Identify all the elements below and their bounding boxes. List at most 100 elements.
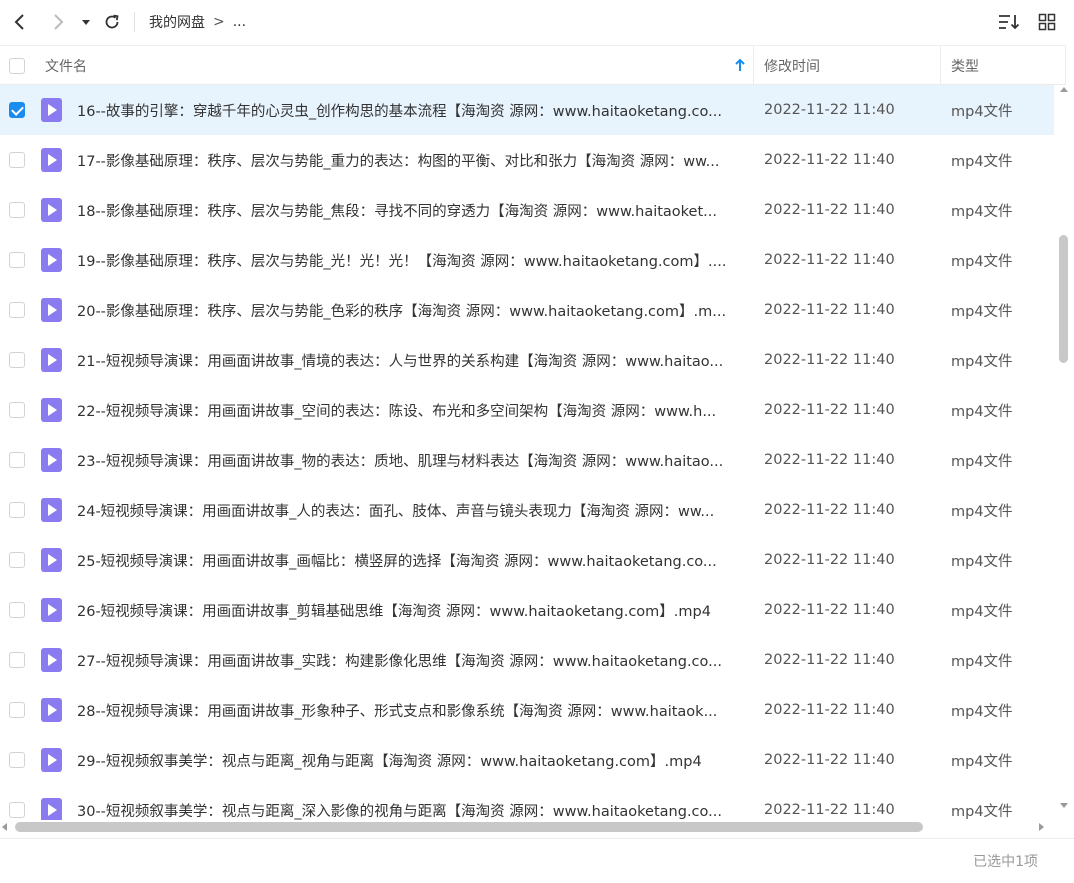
horizontal-scrollbar[interactable] [0, 820, 1054, 836]
file-type: mp4文件 [951, 403, 1013, 420]
horizontal-scroll-thumb[interactable] [15, 822, 923, 832]
row-checkbox[interactable] [9, 552, 25, 568]
file-modified: 2022-11-22 11:40 [764, 752, 895, 768]
column-modified-header[interactable]: 修改时间 [764, 46, 820, 85]
column-divider[interactable] [753, 46, 754, 85]
file-row[interactable]: 18--影像基础原理：秩序、层次与势能_焦段：寻找不同的穿透力【海淘资 源网：w… [0, 185, 1054, 235]
file-name[interactable]: 28--短视频导演课：用画面讲故事_形象种子、形式支点和影像系统【海淘资 源网：… [77, 685, 747, 735]
selection-count: 已选中1项 [973, 854, 1038, 870]
scroll-right-icon[interactable] [1039, 823, 1044, 831]
file-row[interactable]: 23--短视频导演课：用画面讲故事_物的表达：质地、肌理与材料表达【海淘资 源网… [0, 435, 1054, 485]
breadcrumb-more[interactable]: ... [233, 14, 246, 30]
file-name[interactable]: 23--短视频导演课：用画面讲故事_物的表达：质地、肌理与材料表达【海淘资 源网… [77, 435, 747, 485]
view-toggle-button[interactable] [1034, 8, 1060, 36]
row-checkbox[interactable] [9, 152, 25, 168]
select-all-checkbox[interactable] [9, 57, 25, 74]
file-name[interactable]: 17--影像基础原理：秩序、层次与势能_重力的表达：构图的平衡、对比和张力【海淘… [77, 135, 747, 185]
file-modified: 2022-11-22 11:40 [764, 102, 895, 118]
row-checkbox[interactable] [9, 802, 25, 818]
file-type: mp4文件 [951, 103, 1013, 120]
row-checkbox[interactable] [9, 752, 25, 768]
row-checkbox[interactable] [9, 702, 25, 718]
column-name-header[interactable]: 文件名 [45, 46, 87, 85]
chevron-left-icon [14, 14, 24, 30]
video-file-icon-cell [41, 385, 62, 435]
file-name[interactable]: 16--故事的引擎：穿越千年的心灵虫_创作构思的基本流程【海淘资 源网：www.… [77, 85, 747, 135]
column-divider[interactable] [1065, 46, 1066, 85]
toolbar: 我的网盘 > ... [0, 0, 1074, 44]
file-name[interactable]: 20--影像基础原理：秩序、层次与势能_色彩的秩序【海淘资 源网：www.hai… [77, 285, 747, 335]
file-name[interactable]: 22--短视频导演课：用画面讲故事_空间的表达：陈设、布光和多空间架构【海淘资 … [77, 385, 747, 435]
row-checkbox[interactable] [9, 602, 25, 618]
select-all-cell [9, 46, 25, 85]
row-checkbox[interactable] [9, 452, 25, 468]
row-checkbox-cell [9, 785, 25, 820]
video-file-icon [41, 698, 62, 722]
file-type: mp4文件 [951, 453, 1013, 470]
file-row[interactable]: 30--短视频叙事美学：视点与距离_深入影像的视角与距离【海淘资 源网：www.… [0, 785, 1054, 820]
scroll-down-icon[interactable] [1060, 803, 1068, 808]
file-modified: 2022-11-22 11:40 [764, 502, 895, 518]
file-row[interactable]: 25-短视频导演课：用画面讲故事_画幅比：横竖屏的选择【海淘资 源网：www.h… [0, 535, 1054, 585]
row-checkbox[interactable] [9, 302, 25, 318]
file-name[interactable]: 19--影像基础原理：秩序、层次与势能_光！光！光！【海淘资 源网：www.ha… [77, 235, 747, 285]
file-row[interactable]: 21--短视频导演课：用画面讲故事_情境的表达：人与世界的关系构建【海淘资 源网… [0, 335, 1054, 385]
file-list: 16--故事的引擎：穿越千年的心灵虫_创作构思的基本流程【海淘资 源网：www.… [0, 85, 1054, 820]
scroll-left-icon[interactable] [2, 823, 7, 831]
file-row[interactable]: 17--影像基础原理：秩序、层次与势能_重力的表达：构图的平衡、对比和张力【海淘… [0, 135, 1054, 185]
video-file-icon [41, 598, 62, 622]
row-checkbox-cell [9, 735, 25, 785]
file-modified: 2022-11-22 11:40 [764, 802, 895, 818]
vertical-scroll-thumb[interactable] [1059, 235, 1068, 363]
file-type: mp4文件 [951, 803, 1013, 820]
file-name[interactable]: 30--短视频叙事美学：视点与距离_深入影像的视角与距离【海淘资 源网：www.… [77, 785, 747, 820]
file-modified: 2022-11-22 11:40 [764, 652, 895, 668]
video-file-icon-cell [41, 135, 62, 185]
scroll-up-icon[interactable] [1060, 87, 1068, 92]
video-file-icon [41, 398, 62, 422]
file-row[interactable]: 29--短视频叙事美学：视点与距离_视角与距离【海淘资 源网：www.haita… [0, 735, 1054, 785]
file-row[interactable]: 20--影像基础原理：秩序、层次与势能_色彩的秩序【海淘资 源网：www.hai… [0, 285, 1054, 335]
vertical-scrollbar[interactable] [1057, 85, 1071, 810]
file-name[interactable]: 27--短视频导演课：用画面讲故事_实践：构建影像化思维【海淘资 源网：www.… [77, 635, 747, 685]
column-type-header[interactable]: 类型 [951, 46, 979, 85]
breadcrumb: 我的网盘 > ... [149, 12, 246, 32]
video-file-icon-cell [41, 335, 62, 385]
row-checkbox[interactable] [9, 252, 25, 268]
file-row[interactable]: 24-短视频导演课：用画面讲故事_人的表达：面孔、肢体、声音与镜头表现力【海淘资… [0, 485, 1054, 535]
row-checkbox[interactable] [9, 202, 25, 218]
refresh-button[interactable] [98, 8, 126, 36]
video-file-icon-cell [41, 185, 62, 235]
file-name[interactable]: 18--影像基础原理：秩序、层次与势能_焦段：寻找不同的穿透力【海淘资 源网：w… [77, 185, 747, 235]
file-type: mp4文件 [951, 203, 1013, 220]
row-checkbox[interactable] [9, 652, 25, 668]
file-row[interactable]: 26-短视频导演课：用画面讲故事_剪辑基础思维【海淘资 源网：www.haita… [0, 585, 1054, 635]
file-type: mp4文件 [951, 753, 1013, 770]
file-row[interactable]: 16--故事的引擎：穿越千年的心灵虫_创作构思的基本流程【海淘资 源网：www.… [0, 85, 1054, 135]
toolbar-right [996, 8, 1060, 36]
file-name[interactable]: 24-短视频导演课：用画面讲故事_人的表达：面孔、肢体、声音与镜头表现力【海淘资… [77, 485, 747, 535]
file-row[interactable]: 22--短视频导演课：用画面讲故事_空间的表达：陈设、布光和多空间架构【海淘资 … [0, 385, 1054, 435]
history-dropdown-button[interactable] [76, 8, 96, 36]
file-name[interactable]: 21--短视频导演课：用画面讲故事_情境的表达：人与世界的关系构建【海淘资 源网… [77, 335, 747, 385]
back-button[interactable] [6, 8, 34, 36]
breadcrumb-separator: > [213, 14, 225, 30]
breadcrumb-root[interactable]: 我的网盘 [149, 12, 205, 32]
file-type: mp4文件 [951, 553, 1013, 570]
file-row[interactable]: 19--影像基础原理：秩序、层次与势能_光！光！光！【海淘资 源网：www.ha… [0, 235, 1054, 285]
row-checkbox[interactable] [9, 502, 25, 518]
sort-button[interactable] [996, 8, 1022, 36]
file-type: mp4文件 [951, 353, 1013, 370]
file-row[interactable]: 28--短视频导演课：用画面讲故事_形象种子、形式支点和影像系统【海淘资 源网：… [0, 685, 1054, 735]
file-name[interactable]: 25-短视频导演课：用画面讲故事_画幅比：横竖屏的选择【海淘资 源网：www.h… [77, 535, 747, 585]
column-divider[interactable] [940, 46, 941, 85]
file-row[interactable]: 27--短视频导演课：用画面讲故事_实践：构建影像化思维【海淘资 源网：www.… [0, 635, 1054, 685]
row-checkbox[interactable] [9, 352, 25, 368]
row-checkbox-cell [9, 385, 25, 435]
file-name[interactable]: 29--短视频叙事美学：视点与距离_视角与距离【海淘资 源网：www.haita… [77, 735, 747, 785]
file-name[interactable]: 26-短视频导演课：用画面讲故事_剪辑基础思维【海淘资 源网：www.haita… [77, 585, 747, 635]
row-checkbox[interactable] [9, 102, 25, 118]
row-checkbox[interactable] [9, 402, 25, 418]
forward-button[interactable] [44, 8, 72, 36]
file-type: mp4文件 [951, 603, 1013, 620]
